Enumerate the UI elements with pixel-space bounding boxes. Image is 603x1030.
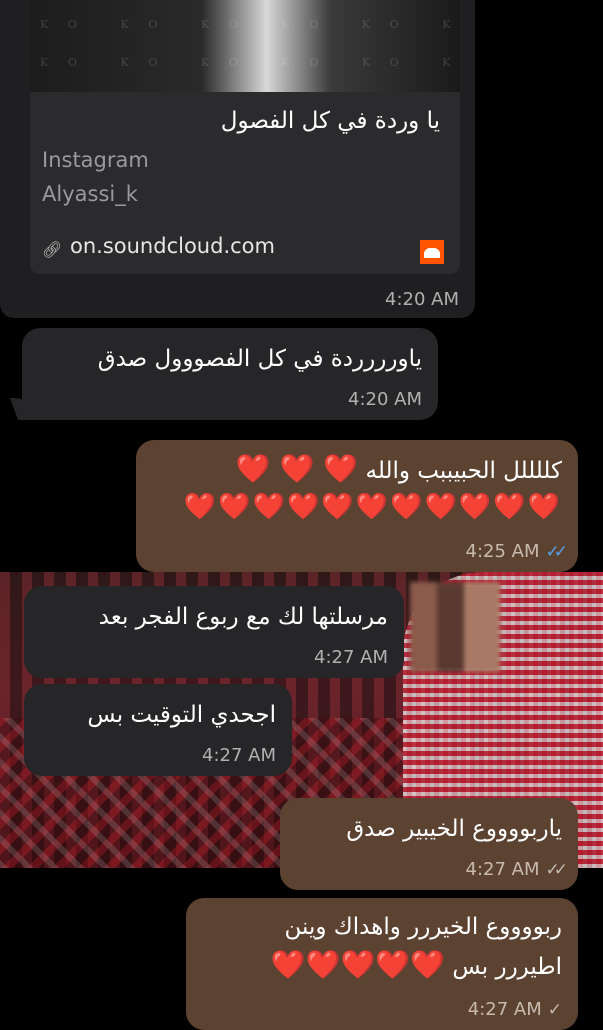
message-text: مرسلتها لك مع ربوع الفجر بعد bbox=[98, 604, 388, 630]
outgoing-message[interactable]: ربووووع الخيررر واهداك وينن اطيررر بس ❤️… bbox=[186, 898, 578, 1030]
message-time: 4:27 AM bbox=[465, 859, 540, 880]
hearts-emoji: ❤️❤️❤️❤️❤️ bbox=[270, 948, 446, 981]
delivered-double-check-icon: ✓✓ bbox=[545, 860, 568, 880]
message-text: ياربووووع الخيبير صدق bbox=[346, 816, 562, 842]
message-time: 4:25 AM bbox=[465, 541, 540, 562]
hearts-emoji: ❤️ ❤️ ❤️ bbox=[235, 452, 359, 485]
outgoing-message[interactable]: كللللل الحبيببب والله ❤️ ❤️ ❤️ ❤️❤️❤️❤️❤… bbox=[136, 440, 578, 572]
link-preview-url[interactable]: on.soundcloud.com bbox=[70, 234, 275, 258]
incoming-message[interactable]: ياورررردة في كل الفصووول صدق 4:20 AM bbox=[22, 328, 438, 420]
incoming-message[interactable]: مرسلتها لك مع ربوع الفجر بعد 4:27 AM bbox=[24, 586, 404, 678]
message-time-status: 4:27 AM ✓✓ bbox=[465, 859, 568, 880]
incoming-message[interactable]: اجحدي التوقيت بس 4:27 AM bbox=[24, 684, 292, 776]
message-time: 4:20 AM bbox=[348, 389, 422, 410]
preview-watermark-row: KO KO KO KO KO KO KO KO KO KO bbox=[40, 18, 460, 31]
link-preview-site: Instagram bbox=[42, 148, 149, 172]
message-text-line: اطيررر بس ❤️❤️❤️❤️❤️ bbox=[271, 946, 562, 986]
soundcloud-icon bbox=[420, 240, 444, 264]
message-time: 4:27 AM bbox=[202, 745, 276, 766]
message-text: اطيررر بس bbox=[452, 954, 562, 980]
preview-watermark-row: KO KO KO KO KO KO KO KO KO KO bbox=[40, 56, 460, 69]
message-text-line: كللللل الحبيببب والله ❤️ ❤️ ❤️ bbox=[236, 450, 562, 490]
hearts-emoji: ❤️❤️❤️❤️❤️❤️❤️❤️❤️❤️❤️ bbox=[183, 492, 562, 522]
message-time: 4:27 AM bbox=[314, 647, 388, 668]
read-double-check-icon: ✓✓ bbox=[545, 542, 568, 562]
outgoing-message[interactable]: ياربووووع الخيبير صدق 4:27 AM ✓✓ bbox=[280, 798, 578, 890]
link-preview-image[interactable]: KO KO KO KO KO KO KO KO KO KO KO KO KO K… bbox=[30, 0, 460, 92]
message-time: 4:20 AM bbox=[385, 289, 459, 310]
message-time-status: 4:27 AM ✓ bbox=[468, 999, 562, 1020]
link-preview-author: Alyassi_k bbox=[42, 182, 138, 206]
wallpaper-blurred-face bbox=[410, 582, 500, 672]
message-text: ياورررردة في كل الفصووول صدق bbox=[97, 346, 422, 372]
message-text: اجحدي التوقيت بس bbox=[87, 702, 276, 728]
message-text: ربووووع الخيررر واهداك وينن bbox=[284, 914, 562, 940]
link-preview-body[interactable]: يا وردة في كل الفصول Instagram Alyassi_k… bbox=[30, 92, 460, 274]
link-preview-title: يا وردة في كل الفصول bbox=[220, 108, 440, 134]
sent-check-icon: ✓ bbox=[547, 1000, 562, 1020]
message-text: كللللل الحبيببب والله bbox=[365, 458, 563, 484]
link-icon: 🔗︎ bbox=[42, 240, 63, 259]
message-time: 4:27 AM bbox=[467, 999, 542, 1020]
link-preview-message[interactable]: KO KO KO KO KO KO KO KO KO KO KO KO KO K… bbox=[0, 0, 475, 318]
message-time-status: 4:25 AM ✓✓ bbox=[465, 541, 568, 562]
